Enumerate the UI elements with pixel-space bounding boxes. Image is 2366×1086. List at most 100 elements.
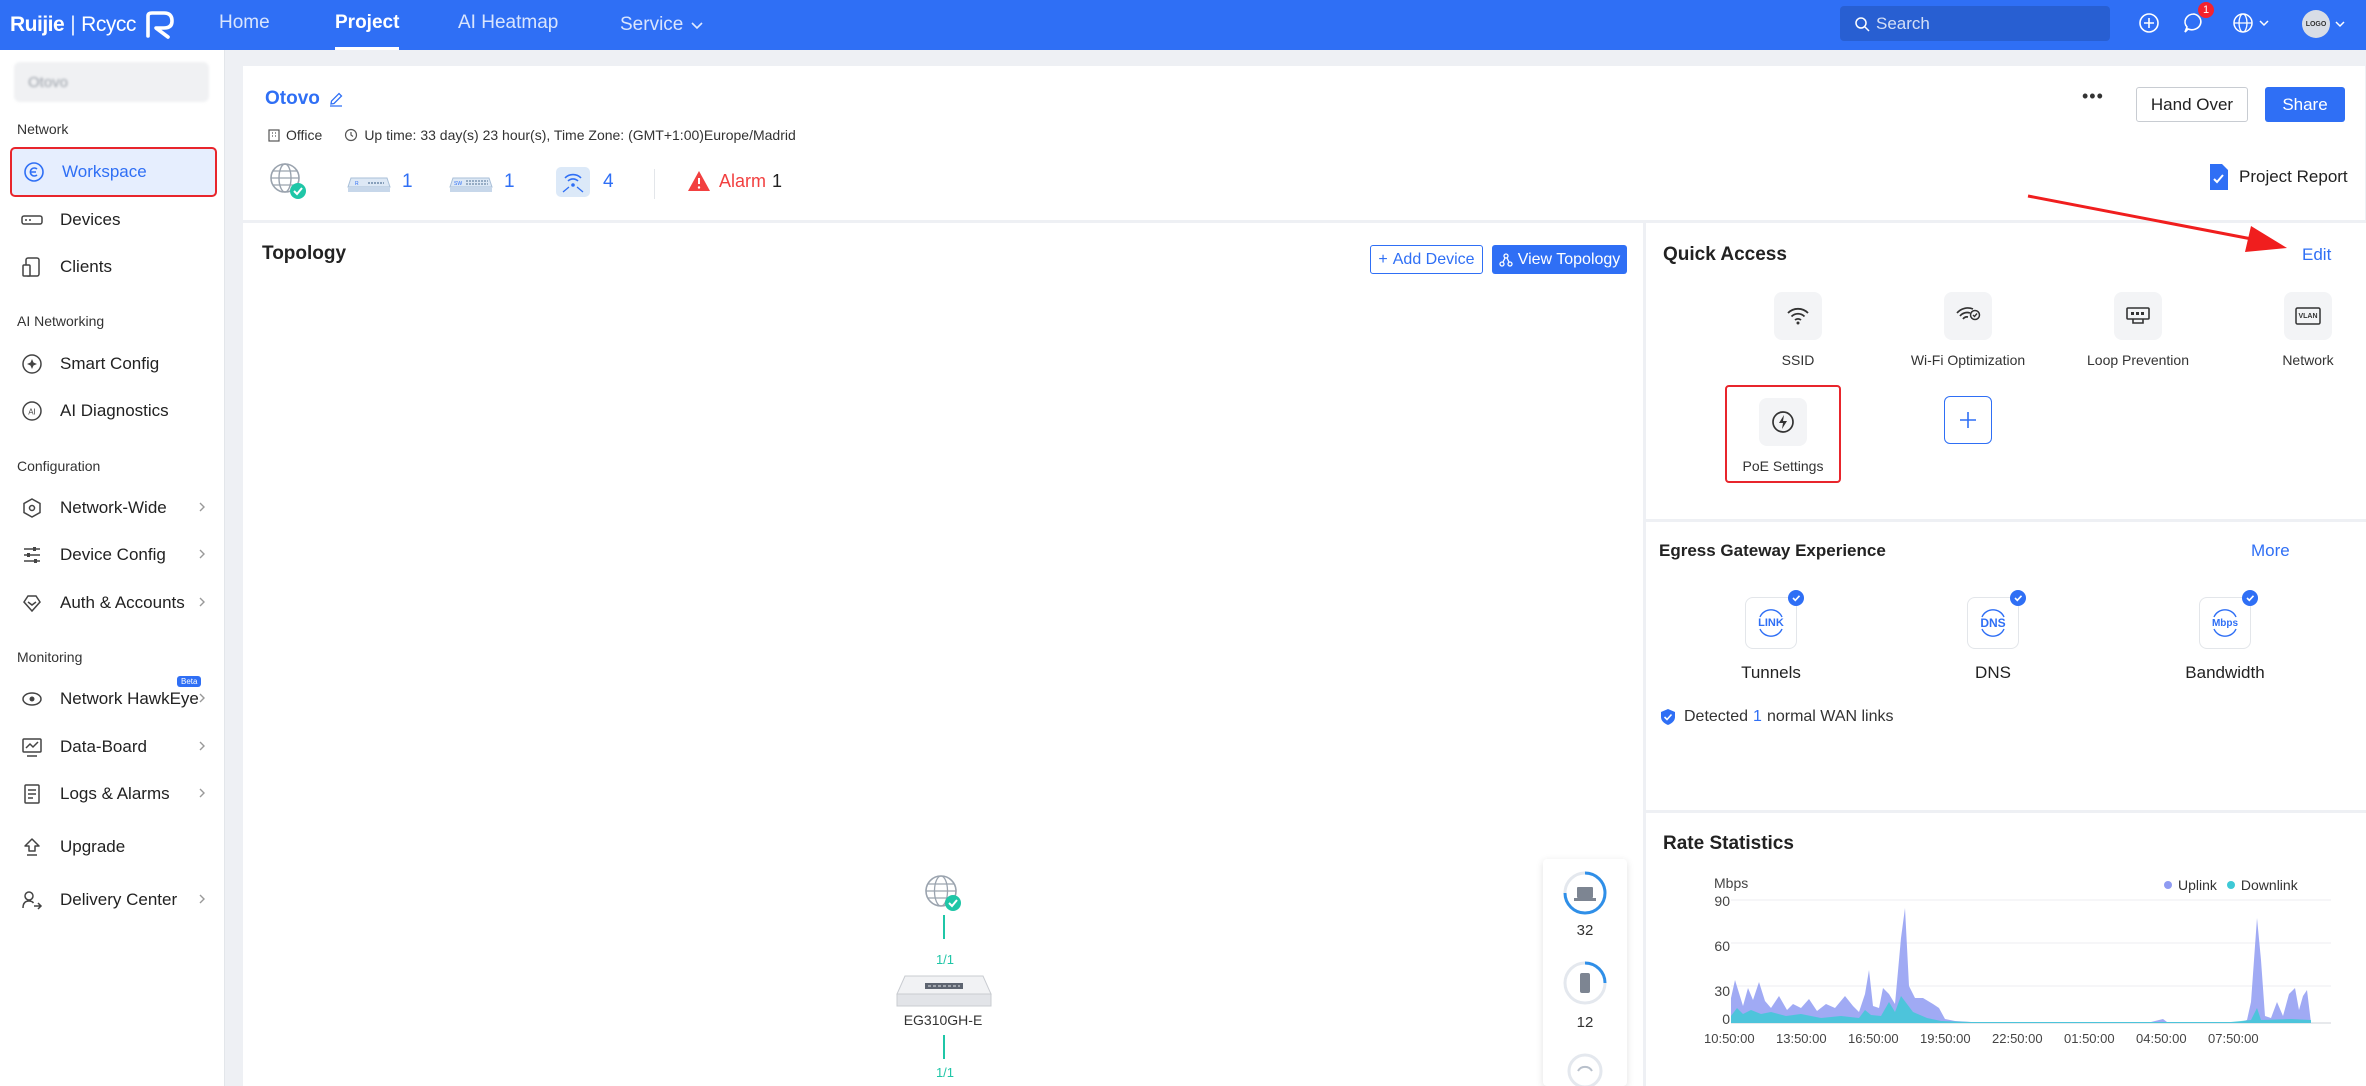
egress-bandwidth[interactable]: Mbps Bandwidth — [2155, 590, 2295, 683]
sidebar-item-devices[interactable]: Devices — [10, 195, 217, 245]
sidebar-item-network-hawkeye[interactable]: Network HawkEye Beta — [10, 674, 217, 724]
smart-config-icon — [18, 350, 46, 378]
detected-suffix: normal WAN links — [1766, 708, 1894, 725]
search-box[interactable] — [1840, 6, 2110, 41]
sidebar-item-logs-alarms[interactable]: Logs & Alarms — [10, 769, 217, 819]
scene-label: Office — [286, 127, 323, 143]
sidebar-item-label: Network HawkEye — [60, 689, 199, 708]
rate-chart[interactable] — [1731, 898, 2331, 1026]
switch-count-stat[interactable]: SW 1 — [448, 170, 515, 194]
nav-service-label: Service — [620, 14, 684, 35]
ap-count: 4 — [603, 171, 614, 192]
view-topology-button[interactable]: View Topology — [1492, 245, 1627, 274]
clients-ring-icon[interactable] — [1561, 869, 1609, 917]
check-badge-icon — [2010, 590, 2026, 606]
gateway-count-stat[interactable]: R 1 — [346, 170, 413, 194]
brand-logo[interactable]: Ruijie | Rcycc — [10, 8, 178, 42]
qa-wifi-optimization[interactable]: Wi-Fi Optimization — [1893, 292, 2043, 368]
sidebar-item-ai-diagnostics[interactable]: AI AI Diagnostics — [10, 386, 217, 436]
more-options-button[interactable]: ••• — [2082, 86, 2104, 107]
sidebar-item-upgrade[interactable]: Upgrade — [10, 822, 217, 872]
add-circle-icon[interactable] — [2138, 12, 2160, 34]
logs-icon — [18, 780, 46, 808]
dns-icon: DNS — [1967, 590, 2026, 649]
language-selector[interactable] — [2232, 12, 2270, 34]
qa-add[interactable] — [1893, 396, 2043, 444]
project-title-row: Otovo — [265, 88, 344, 110]
gateway-node-icon[interactable] — [895, 974, 993, 1010]
sidebar-item-label: Devices — [60, 210, 121, 229]
mobile-ring-icon[interactable] — [1561, 959, 1609, 1007]
egress-title: Egress Gateway Experience — [1659, 541, 1886, 560]
share-button[interactable]: Share — [2265, 87, 2345, 122]
rate-unit: Mbps — [1714, 875, 1749, 891]
sidebar-item-smart-config[interactable]: Smart Config — [10, 339, 217, 389]
detected-prefix: Detected — [1684, 708, 1749, 725]
sidebar-item-device-config[interactable]: Device Config — [10, 530, 217, 580]
svg-text:AI: AI — [28, 408, 36, 417]
topology-internet-node[interactable] — [923, 873, 963, 913]
quick-access-card: Quick Access Edit SSID Wi-Fi Optimizatio… — [1646, 223, 2366, 519]
project-report-link[interactable]: Project Report — [2207, 163, 2348, 191]
sidebar-item-network-wide[interactable]: Network-Wide — [10, 483, 217, 533]
plus-icon — [1960, 412, 1976, 428]
nav-ai-heatmap[interactable]: AI Heatmap — [458, 0, 558, 50]
sidebar-item-delivery-center[interactable]: Delivery Center — [10, 875, 217, 925]
check-badge-icon — [2242, 590, 2258, 606]
chevron-down-icon — [2259, 20, 2269, 27]
vlan-icon: VLAN — [2284, 292, 2332, 340]
brand-separator: | — [70, 13, 76, 36]
alarm-count: 1 — [772, 170, 783, 191]
nav-project[interactable]: Project — [335, 0, 400, 50]
project-selector[interactable]: Otovo — [14, 62, 209, 102]
x-tick-8: 07:50:00 — [2208, 1031, 2259, 1046]
topology-icon — [1499, 252, 1513, 267]
rate-title: Rate Statistics — [1663, 833, 1794, 854]
sidebar-item-data-board[interactable]: Data-Board — [10, 722, 217, 772]
x-tick-2: 13:50:00 — [1776, 1031, 1827, 1046]
detected-count: 1 — [1753, 708, 1762, 725]
chevron-down-icon — [2335, 21, 2345, 28]
sidebar-item-clients[interactable]: Clients — [10, 242, 217, 292]
auth-icon — [18, 589, 46, 617]
qa-label: Wi-Fi Optimization — [1910, 352, 2026, 368]
search-input[interactable] — [1876, 13, 2096, 34]
qa-label: Loop Prevention — [2087, 352, 2189, 368]
user-menu[interactable]: LOGO — [2302, 10, 2346, 38]
sidebar-item-label: Logs & Alarms — [60, 784, 170, 803]
qa-poe-settings[interactable]: PoE Settings — [1725, 385, 1841, 483]
hand-over-button[interactable]: Hand Over — [2136, 87, 2248, 122]
egress-label: Bandwidth — [2185, 663, 2265, 682]
x-tick-6: 01:50:00 — [2064, 1031, 2115, 1046]
egress-tunnels[interactable]: LINK Tunnels — [1701, 590, 1841, 683]
wifi-optimization-icon — [1944, 292, 1992, 340]
view-topology-label: View Topology — [1517, 250, 1621, 268]
wifi-ring-icon[interactable] — [1565, 1049, 1605, 1086]
top-bar: Ruijie | Rcycc Home Project AI Heatmap S… — [0, 0, 2366, 50]
alarm-stat[interactable]: Alarm 1 — [687, 170, 782, 192]
section-ai-networking: AI Networking — [17, 313, 105, 329]
devices-icon — [18, 206, 46, 234]
nav-service[interactable]: Service — [620, 0, 705, 50]
sidebar-item-workspace[interactable]: Workspace — [10, 147, 217, 197]
project-name[interactable]: Otovo — [265, 88, 320, 110]
add-quick-access-button[interactable] — [1944, 396, 1992, 444]
qa-ssid[interactable]: SSID — [1723, 292, 1873, 368]
qa-network[interactable]: VLAN Network — [2233, 292, 2366, 368]
x-tick-7: 04:50:00 — [2136, 1031, 2187, 1046]
network-wide-icon — [18, 494, 46, 522]
qa-loop-prevention[interactable]: Loop Prevention — [2063, 292, 2213, 368]
nav-home[interactable]: Home — [219, 0, 270, 50]
egress-dns[interactable]: DNS DNS — [1923, 590, 2063, 683]
add-device-button[interactable]: + Add Device — [1370, 245, 1483, 274]
quick-access-edit-link[interactable]: Edit — [2302, 245, 2331, 265]
sidebar-item-auth-accounts[interactable]: Auth & Accounts — [10, 578, 217, 628]
chevron-right-icon — [199, 788, 205, 798]
data-board-icon — [18, 733, 46, 761]
ap-count-stat[interactable]: 4 — [555, 166, 614, 198]
internet-status[interactable] — [269, 162, 309, 202]
edit-pencil-icon[interactable] — [328, 91, 344, 107]
chevron-down-icon — [691, 22, 703, 30]
uptime-text: Up time: 33 day(s) 23 hour(s), Time Zone… — [364, 127, 796, 143]
egress-more-link[interactable]: More — [2251, 541, 2290, 561]
